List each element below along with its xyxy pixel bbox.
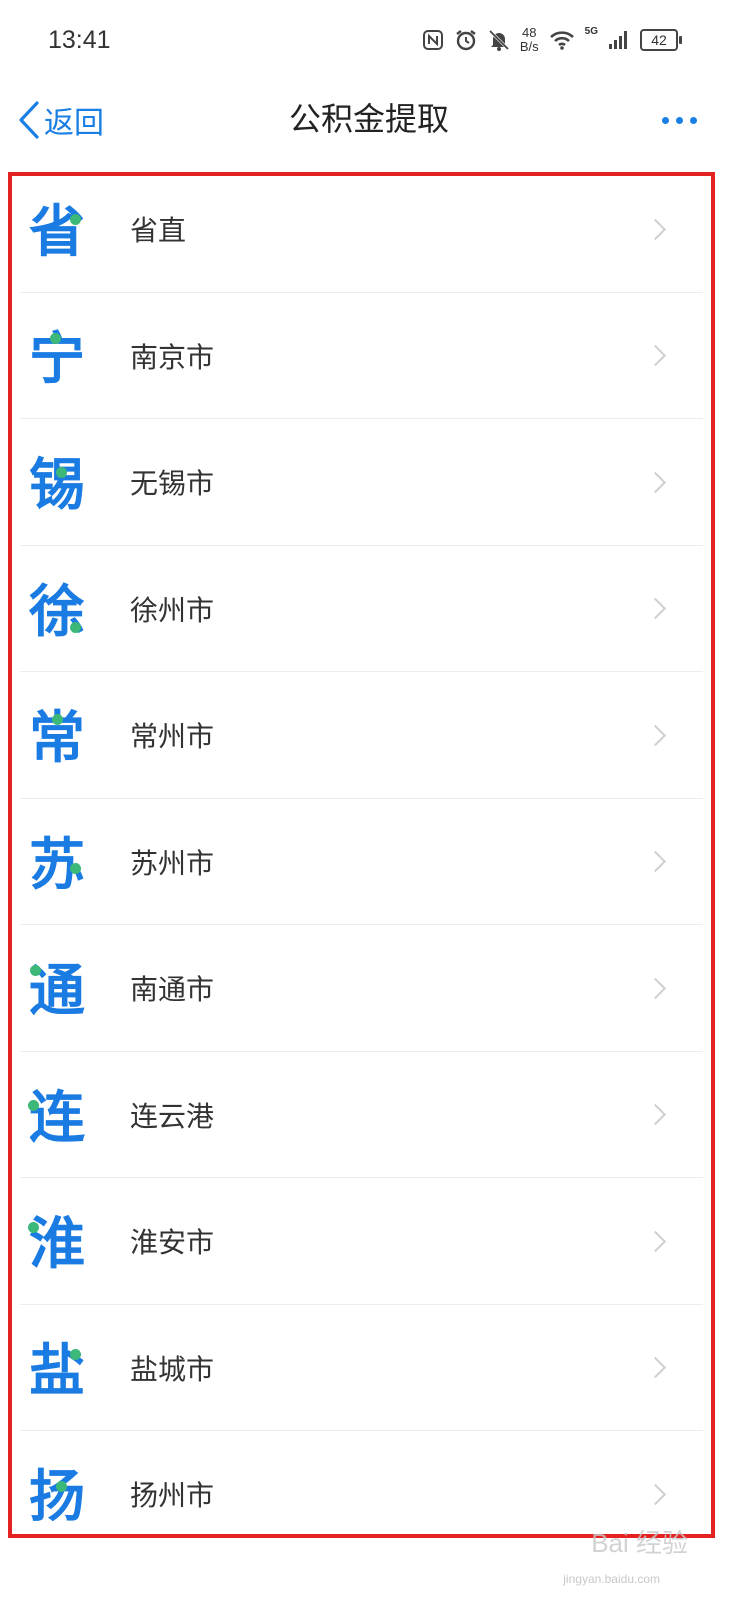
list-item-yancheng[interactable]: 盐 盐城市	[12, 1305, 711, 1432]
list-item-label: 徐州市	[130, 593, 215, 627]
more-menu-button[interactable]	[654, 104, 704, 136]
chevron-right-icon	[644, 1230, 667, 1252]
list-item-label: 省直	[130, 214, 187, 248]
net-speed: 48 B/s	[520, 26, 539, 54]
mute-bell-icon	[488, 29, 509, 51]
list-item-nanjing[interactable]: 宁 南京市	[12, 293, 711, 420]
logo-dot-icon	[56, 1481, 67, 1492]
logo-dot-icon	[28, 1099, 39, 1111]
list-item-label: 无锡市	[130, 467, 215, 501]
city-logo-icon: 锡	[26, 455, 88, 517]
city-logo-icon: 省	[26, 202, 88, 264]
city-logo-icon: 连	[26, 1085, 88, 1151]
list-item-suzhou[interactable]: 苏 苏州市	[12, 799, 711, 926]
list-item-label: 盐城市	[130, 1352, 215, 1386]
chevron-right-icon	[644, 977, 667, 999]
chevron-right-icon	[644, 1104, 667, 1126]
logo-dot-icon	[28, 1222, 39, 1233]
logo-dot-icon	[70, 621, 81, 633]
status-time: 13:41	[48, 26, 111, 54]
list-item-label: 淮安市	[130, 1226, 215, 1260]
list-item-label: 扬州市	[130, 1479, 215, 1513]
alarm-icon	[456, 30, 476, 51]
wifi-icon	[549, 31, 574, 50]
city-logo-icon: 徐	[26, 579, 88, 645]
chevron-right-icon	[644, 598, 667, 620]
list-item-shengzhi[interactable]: 省 省直	[12, 176, 711, 293]
logo-dot-icon	[70, 862, 81, 874]
more-dot-icon	[689, 116, 697, 124]
chevron-right-icon	[644, 724, 667, 746]
watermark-url: jingyan.baidu.com	[563, 1572, 660, 1586]
city-logo-icon: 常	[26, 708, 88, 770]
list-item-yangzhou[interactable]: 扬 扬州市	[12, 1431, 711, 1534]
list-item-label: 连云港	[130, 1099, 215, 1133]
city-logo-icon: 通	[26, 961, 88, 1023]
chevron-right-icon	[644, 471, 667, 493]
net-speed-unit: B/s	[519, 39, 539, 54]
chevron-right-icon	[644, 1357, 667, 1379]
list-item-label: 南通市	[130, 973, 215, 1007]
more-dot-icon	[661, 116, 669, 124]
city-logo-glyph: 锡	[29, 453, 85, 518]
status-icons: 48 B/s 5G 42	[422, 22, 682, 58]
city-logo-icon: 淮	[26, 1214, 88, 1276]
list-item-nantong[interactable]: 通 南通市	[12, 925, 711, 1052]
list-item-label: 苏州市	[130, 846, 215, 880]
chevron-right-icon	[644, 218, 667, 240]
chevron-right-icon	[644, 1483, 667, 1505]
chevron-right-icon	[644, 851, 667, 873]
city-logo-icon: 盐	[26, 1340, 88, 1403]
signal-type: 5G	[584, 26, 598, 37]
list-item-huaian[interactable]: 淮 淮安市	[12, 1178, 711, 1305]
city-logo-icon: 宁	[26, 328, 88, 391]
city-logo-icon: 扬	[26, 1467, 88, 1529]
list-item-xuzhou[interactable]: 徐 徐州市	[12, 546, 711, 673]
list-item-lianyungang[interactable]: 连 连云港	[12, 1052, 711, 1179]
watermark-logo: Bai 经验	[591, 1528, 688, 1558]
nav-bar: 返回 公积金提取	[0, 80, 738, 160]
city-logo-glyph: 省	[29, 200, 85, 265]
chevron-right-icon	[644, 345, 667, 367]
more-dot-icon	[675, 116, 683, 124]
logo-dot-icon	[52, 714, 63, 725]
logo-dot-icon	[70, 214, 81, 225]
list-item-wuxi[interactable]: 锡 无锡市	[12, 419, 711, 546]
page-title: 公积金提取	[288, 100, 449, 138]
list-item-label: 常州市	[130, 720, 215, 754]
logo-dot-icon	[50, 332, 61, 344]
logo-dot-icon	[56, 467, 67, 478]
net-speed-value: 48	[522, 25, 537, 40]
city-logo-glyph: 连	[29, 1085, 85, 1151]
city-list: 省 省直 宁 南京市 锡 无锡市 徐 徐州市 常 常州市 苏 苏州市 通 南通市…	[12, 176, 711, 1534]
cell-signal-icon	[609, 31, 627, 49]
city-logo-icon: 苏	[26, 834, 88, 897]
logo-dot-icon	[70, 1348, 81, 1360]
list-item-changzhou[interactable]: 常 常州市	[12, 672, 711, 799]
battery-indicator: 42	[640, 29, 682, 51]
highlight-frame: 省 省直 宁 南京市 锡 无锡市 徐 徐州市 常 常州市 苏 苏州市 通 南通市…	[8, 172, 715, 1538]
logo-dot-icon	[30, 965, 41, 976]
list-item-label: 南京市	[130, 340, 215, 374]
status-bar: 13:41 48 B/s 5G 42	[0, 0, 738, 80]
nfc-icon	[422, 30, 443, 50]
city-logo-glyph: 徐	[29, 579, 85, 645]
city-logo-glyph: 扬	[29, 1465, 85, 1530]
